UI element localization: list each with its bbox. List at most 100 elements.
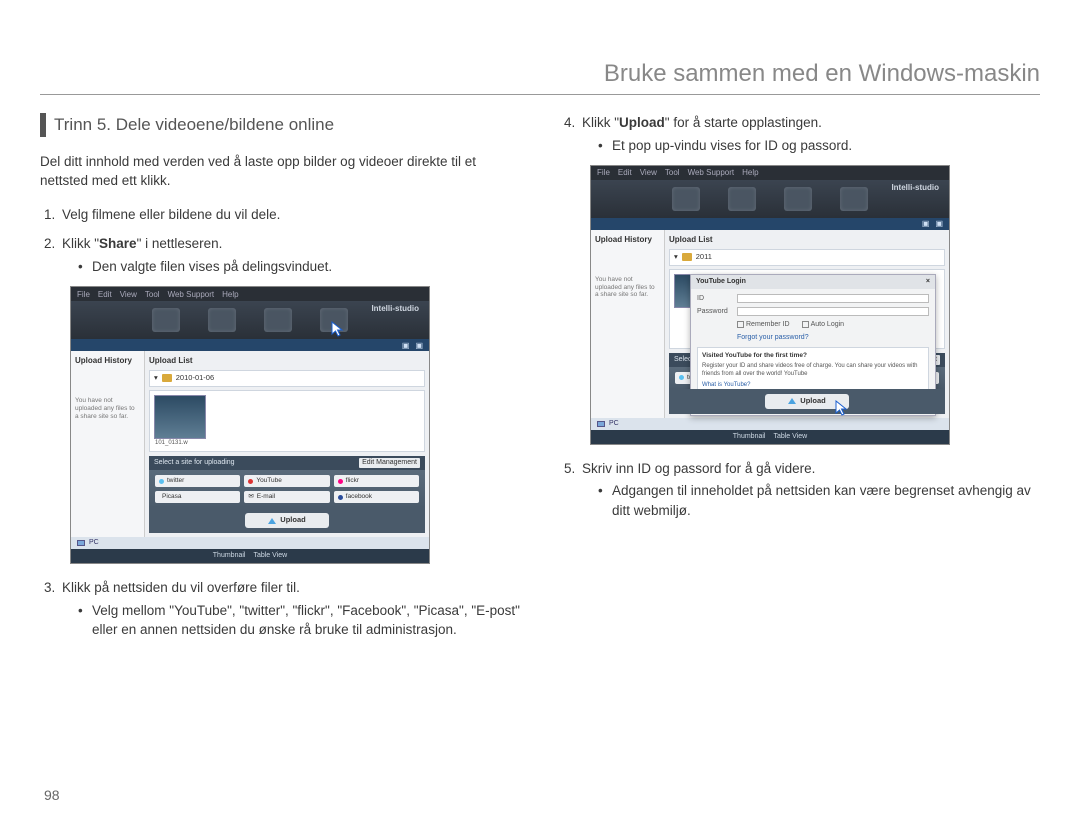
heading-bar-icon [40, 113, 46, 137]
toolbar: Intelli-studio [71, 301, 429, 339]
remember-label: Remember ID [746, 321, 790, 328]
page-header: Bruke sammen med en Windows-maskin [40, 60, 1040, 95]
page-title: Bruke sammen med en Windows-maskin [40, 60, 1040, 88]
menu-item: Tool [145, 289, 160, 301]
footer-tab: Table View [773, 432, 807, 442]
site-facebook: facebook [334, 491, 419, 503]
footer-bar-2: Thumbnail Table View [591, 430, 949, 444]
status-icon: ▣ [935, 218, 943, 230]
step-number: 2. [44, 234, 55, 254]
menu-item: View [120, 289, 137, 301]
sidebar-title: Upload History [595, 234, 660, 246]
site-panel-header: Select a site for uploading Edit Managem… [149, 456, 425, 470]
app-screenshot-login: File Edit View Tool Web Support Help Int… [590, 165, 950, 445]
main-title: Upload List [669, 234, 945, 246]
menu-item: View [640, 167, 657, 179]
id-input [737, 294, 929, 303]
collapse-icon: ▾ [674, 252, 678, 263]
footer-bar-1: PC [591, 418, 949, 430]
step-4: 4. Klikk "Upload" for å starte opplastin… [564, 113, 1040, 155]
menu-item: Edit [618, 167, 632, 179]
site-label: E-mail [257, 492, 275, 501]
video-thumbnail: 101_0131.w [154, 395, 206, 439]
collapse-icon: ▾ [154, 373, 158, 384]
sidebar: Upload History You have not uploaded any… [591, 230, 665, 418]
password-input [737, 307, 929, 316]
sub-item: Adgangen til inneholdet på nettsiden kan… [598, 481, 1040, 520]
sub-item: Den valgte filen vises på delingsvinduet… [78, 257, 520, 277]
status-icon: ▣ [402, 340, 410, 352]
id-field-row: ID [697, 294, 929, 304]
site-buttons-grid: twitter YouTube flickr Picasa ✉ E-mail fa… [149, 470, 425, 508]
upload-row: Upload [669, 389, 945, 414]
app-body: Upload History You have not uploaded any… [71, 351, 429, 537]
id-label: ID [697, 294, 733, 304]
pc-icon [77, 540, 85, 546]
step-1: 1. Velg filmene eller bildene du vil del… [44, 205, 520, 225]
upload-label: Upload [280, 515, 305, 526]
status-icon: ▣ [415, 340, 423, 352]
brand-label: Intelli-studio [371, 303, 419, 315]
step-2-sub: Den valgte filen vises på delingsvinduet… [62, 257, 520, 277]
checkbox-icon [802, 321, 809, 328]
site-label: YouTube [256, 476, 282, 485]
step-text-bold: Upload [619, 115, 665, 130]
folder-icon [162, 374, 172, 382]
site-selection-panel: Select a site for uploading Edit Managem… [149, 456, 425, 533]
main-panel: Upload List ▾ 2010-01-06 101_0131.w [145, 351, 429, 537]
main-panel: Upload List ▾ 2011 YouTube Login [665, 230, 949, 418]
site-picasa: Picasa [155, 491, 240, 503]
step-number: 4. [564, 113, 575, 133]
step-text: Velg filmene eller bildene du vil dele. [62, 207, 280, 222]
manual-page: Bruke sammen med en Windows-maskin Trinn… [0, 0, 1080, 827]
upload-label: Upload [800, 396, 825, 407]
twitter-icon [159, 479, 164, 484]
forgot-password-link: Forgot your password? [737, 333, 929, 343]
close-icon: × [926, 277, 930, 287]
step-3: 3. Klikk på nettsiden du vil overføre fi… [44, 578, 520, 640]
movie-edit-icon [784, 187, 812, 211]
pc-label: PC [609, 419, 619, 429]
sidebar-empty-text: You have not uploaded any files to a sha… [75, 397, 140, 420]
left-steps-list: 1. Velg filmene eller bildene du vil del… [40, 205, 520, 277]
status-bar: ▣ ▣ [591, 218, 949, 230]
promo-body: Register your ID and share videos free o… [702, 362, 924, 379]
email-icon: ✉ [248, 492, 253, 501]
menubar: File Edit View Tool Web Support Help [71, 287, 429, 301]
menu-item: File [77, 289, 90, 301]
step-number: 1. [44, 205, 55, 225]
step-text: Klikk på nettsiden du vil overføre filer… [62, 580, 300, 595]
folder-icon [682, 253, 692, 261]
step-text-bold: Share [99, 236, 137, 251]
sidebar-title: Upload History [75, 355, 140, 367]
step-text-post: " for å starte opplastingen. [665, 115, 822, 130]
twitter-icon [679, 375, 684, 380]
site-email: ✉ E-mail [244, 491, 329, 503]
site-label: flickr [346, 476, 359, 485]
upload-arrow-icon [788, 398, 796, 404]
pc-label: PC [89, 538, 99, 548]
youtube-icon [248, 479, 253, 484]
menu-item: Tool [665, 167, 680, 179]
step-text-pre: Klikk " [582, 115, 619, 130]
pc-icon [597, 421, 605, 427]
app-screenshot-share: File Edit View Tool Web Support Help Int… [70, 286, 430, 564]
site-label: Picasa [162, 492, 182, 501]
site-label: twitter [167, 476, 184, 485]
movie-edit-icon [264, 308, 292, 332]
flickr-icon [338, 479, 343, 484]
facebook-icon [338, 495, 343, 500]
login-popup-title-bar: YouTube Login × [691, 275, 935, 289]
site-label: facebook [346, 492, 372, 501]
page-number: 98 [44, 787, 60, 803]
remember-checkbox: Remember ID [737, 320, 790, 330]
site-flickr: flickr [334, 475, 419, 487]
password-field-row: Password [697, 307, 929, 317]
menubar: File Edit View Tool Web Support Help [591, 166, 949, 180]
content-columns: Trinn 5. Dele videoene/bildene online De… [40, 113, 1040, 650]
left-column: Trinn 5. Dele videoene/bildene online De… [40, 113, 520, 650]
cursor-icon [835, 400, 851, 416]
menu-item: Web Support [688, 167, 735, 179]
folder-date: 2010-01-06 [176, 373, 214, 384]
step-text: Skriv inn ID og passord for å gå videre. [582, 461, 815, 476]
